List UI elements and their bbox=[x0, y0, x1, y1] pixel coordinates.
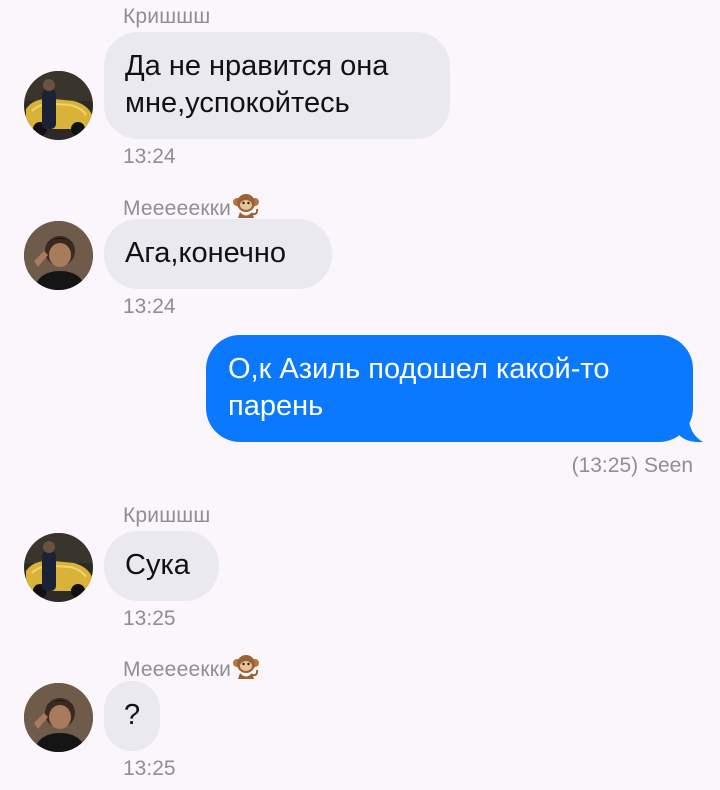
message-bubble-incoming[interactable]: Ага,конечно bbox=[104, 219, 332, 289]
chat-thread: Кришшш Да не нравится она мне,успокойтес… bbox=[0, 0, 720, 790]
message-status: (13:25) Seen bbox=[571, 454, 693, 477]
avatar-person-photo-icon bbox=[24, 683, 93, 752]
message-bubble-incoming[interactable]: Сука bbox=[104, 531, 219, 601]
sender-name: Кришшш bbox=[123, 5, 211, 28]
avatar-car-photo-icon bbox=[24, 71, 93, 140]
monkey-icon bbox=[232, 654, 260, 680]
bubble-tail-icon bbox=[679, 421, 703, 443]
message-time: 13:24 bbox=[123, 295, 176, 318]
avatar[interactable] bbox=[24, 221, 93, 290]
message-bubble-incoming[interactable]: Да не нравится она мне,успокойтесь bbox=[104, 32, 450, 139]
message-time: 13:24 bbox=[123, 145, 176, 168]
monkey-icon bbox=[232, 193, 260, 219]
message-time: 13:25 bbox=[123, 607, 176, 630]
message-bubble-outgoing[interactable]: О,к Азиль подошел какой-то парень bbox=[206, 335, 693, 442]
message-bubble-incoming[interactable]: ? bbox=[104, 681, 160, 751]
sender-name: Мееееекки bbox=[123, 654, 260, 682]
avatar-car-photo-icon bbox=[24, 533, 93, 602]
message-time: 13:25 bbox=[123, 757, 176, 780]
avatar[interactable] bbox=[24, 71, 93, 140]
sender-name: Мееееекки bbox=[123, 193, 260, 221]
avatar[interactable] bbox=[24, 683, 93, 752]
avatar[interactable] bbox=[24, 533, 93, 602]
sender-name: Кришшш bbox=[123, 504, 211, 527]
avatar-person-photo-icon bbox=[24, 221, 93, 290]
